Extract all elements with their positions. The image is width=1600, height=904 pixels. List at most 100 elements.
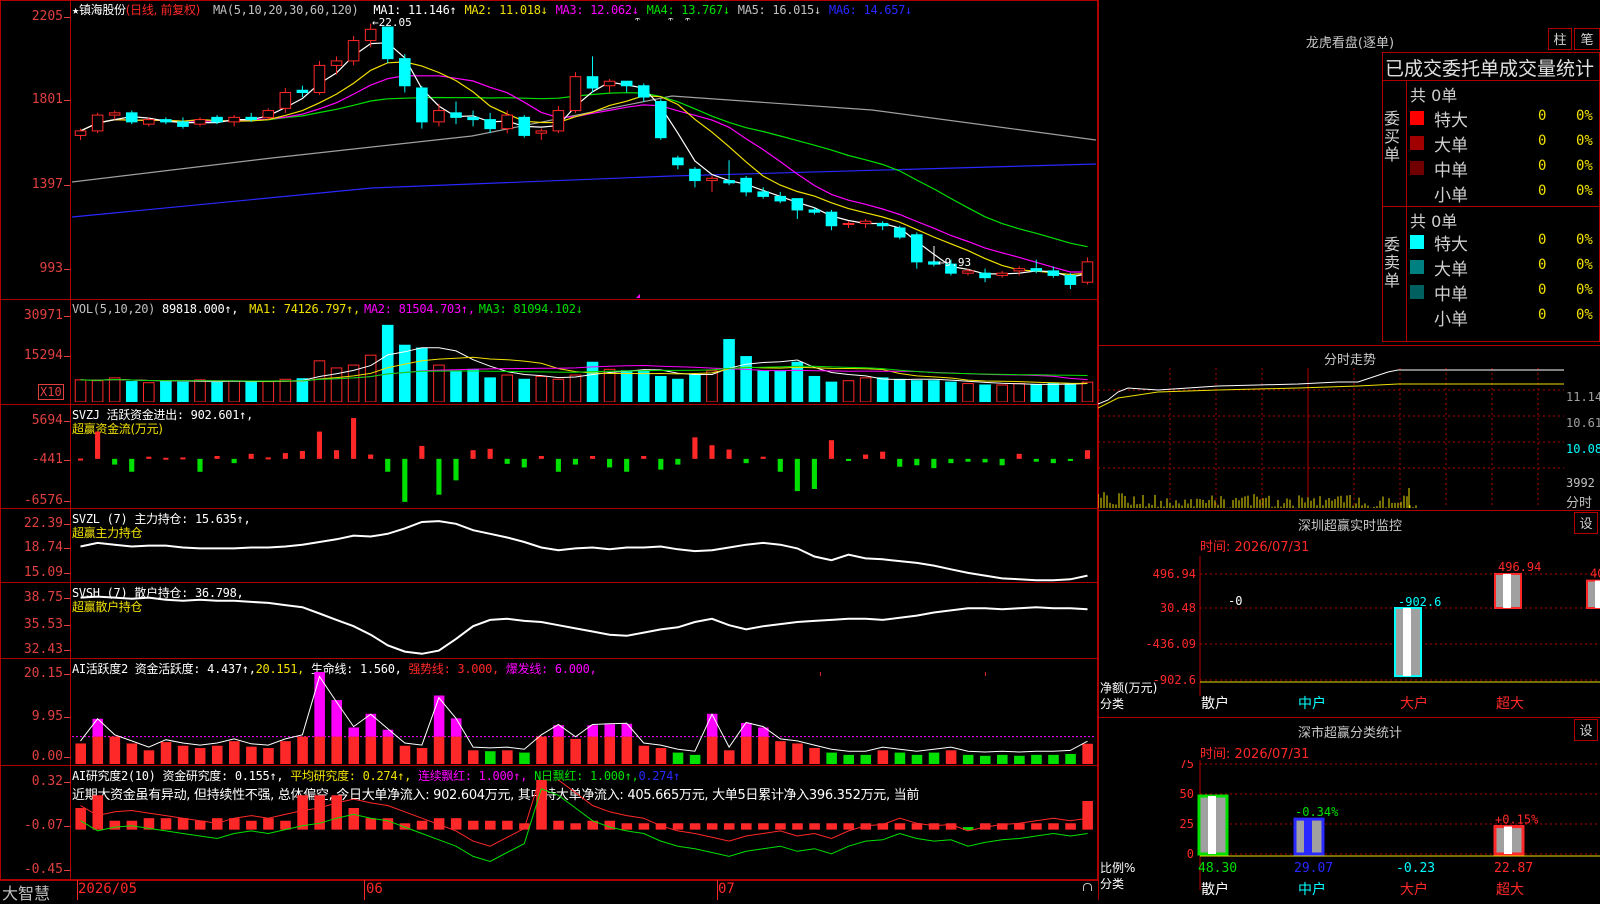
sz-class-settings-button[interactable]: 设	[1574, 719, 1598, 741]
activity-bar	[229, 741, 240, 764]
y-label: -441	[0, 452, 63, 467]
volume-bar	[912, 381, 923, 402]
research-bar	[161, 818, 172, 829]
candle-body	[570, 77, 581, 111]
minute-y-1: 10.61	[1566, 416, 1600, 430]
research-bar	[195, 821, 206, 830]
volume-bar	[1031, 385, 1042, 402]
candle-body	[553, 111, 564, 131]
candle-body	[656, 102, 667, 138]
fund-flow-bar	[761, 457, 766, 459]
candlestick-chart[interactable]: ←22.05 ←9.93 * * *	[72, 18, 1096, 298]
sz-monitor-chart[interactable]: 496.94 30.48 -436.09 -902.6 -0 -902.6 496.94 40…	[1098, 556, 1600, 716]
candle-body	[400, 59, 411, 86]
research-bar	[809, 823, 820, 829]
research-bar	[1065, 823, 1076, 829]
research-bar	[212, 818, 223, 829]
order-label: 中单	[1434, 156, 1468, 181]
bar-view-button[interactable]: 柱	[1548, 28, 1572, 50]
fund-flow-bar	[232, 459, 237, 463]
research-bar	[826, 823, 837, 829]
candle-body	[1048, 271, 1059, 276]
candle-body	[314, 65, 325, 92]
candle-body	[348, 41, 359, 61]
fund-flow-bar	[283, 453, 288, 459]
tick-view-button[interactable]: 笔	[1574, 28, 1600, 50]
activity-bar	[314, 737, 325, 764]
activity-bar	[161, 742, 172, 764]
marker-star: *	[634, 18, 641, 27]
fund-flow-bar	[641, 456, 646, 459]
class-y-label: 0	[1187, 847, 1194, 861]
buy-total: 共 0单	[1410, 82, 1457, 106]
sz-monitor-settings-button[interactable]: 设	[1574, 512, 1598, 534]
volume-bar	[997, 385, 1008, 402]
order-swatch	[1410, 235, 1424, 249]
y-label: -6576	[0, 493, 63, 508]
svsh-chart[interactable]	[72, 586, 1096, 658]
volume-bar	[297, 379, 308, 402]
svzl-chart[interactable]	[72, 512, 1096, 582]
class-category: 中户	[1298, 881, 1326, 898]
research-bar	[741, 823, 752, 829]
volume-bar	[929, 381, 940, 402]
volume-bar	[621, 371, 632, 402]
order-pct: 0%	[1576, 158, 1593, 174]
sz-class-chart[interactable]: 75 50 25 0 48.30 -0.34% 29.07 -0.23 +0.15% 22.87 比…	[1098, 760, 1600, 900]
activity-bar	[622, 737, 633, 764]
candle-body	[912, 235, 923, 262]
candle-body	[468, 117, 479, 119]
volume-bar	[946, 382, 957, 402]
fund-flow-bar	[215, 456, 220, 459]
star-icon[interactable]: ★	[72, 3, 79, 17]
class-bar-hl	[1208, 796, 1216, 854]
y-tick	[64, 573, 70, 574]
order-pct: 0%	[1576, 133, 1593, 149]
candle-body	[1014, 269, 1025, 271]
class-y-label: 75	[1180, 760, 1194, 771]
fund-flow-bar	[471, 450, 476, 459]
fund-flow-bar	[607, 459, 612, 468]
fund-flow-bar	[556, 459, 561, 472]
dragon-subtitle: 已成交委托单成交量统计	[1385, 54, 1600, 81]
order-swatch	[1410, 186, 1424, 200]
candle-body	[246, 117, 257, 119]
y-label: 993	[0, 261, 63, 276]
activity-bar	[178, 746, 189, 764]
lock-icon[interactable]	[1083, 883, 1092, 891]
volume-bar	[468, 369, 479, 402]
order-pct: 0%	[1576, 257, 1593, 273]
activity-bar	[553, 737, 564, 764]
fund-flow-bar	[146, 457, 151, 459]
activity-bar	[912, 755, 923, 764]
candle-body	[638, 86, 649, 97]
volume-chart[interactable]	[72, 314, 1096, 402]
candle-body	[126, 113, 137, 122]
candle-body	[229, 117, 240, 122]
minute-chart[interactable]	[1098, 368, 1564, 508]
research-bar	[468, 821, 479, 830]
sz-monitor-title: 深圳超赢实时监控	[1270, 515, 1430, 534]
volume-bar	[229, 381, 240, 402]
x-label-jun: 06	[366, 881, 383, 897]
candle-body	[1082, 262, 1093, 282]
fund-flow-bar	[1085, 450, 1090, 459]
research-bar	[570, 823, 581, 829]
volume-bar	[553, 379, 564, 402]
y-label: 0.32	[0, 774, 63, 789]
y-tick	[64, 17, 70, 18]
svzj-chart[interactable]	[72, 418, 1096, 506]
y-label: 15294	[0, 348, 63, 363]
ai-activity-chart[interactable]: ↑ ↑	[72, 672, 1096, 764]
research-bar	[92, 795, 103, 829]
activity-bar	[400, 746, 411, 764]
candle-body	[673, 158, 684, 165]
y-label: 0.00	[0, 749, 63, 764]
fund-flow-bar	[368, 455, 373, 459]
activity-bar	[656, 748, 667, 764]
ai-research-chart[interactable]	[72, 780, 1096, 878]
monitor-y-label: 30.48	[1160, 601, 1196, 615]
candle-body	[297, 90, 308, 92]
fund-flow-bar	[675, 459, 680, 465]
ma-line	[81, 93, 1088, 247]
